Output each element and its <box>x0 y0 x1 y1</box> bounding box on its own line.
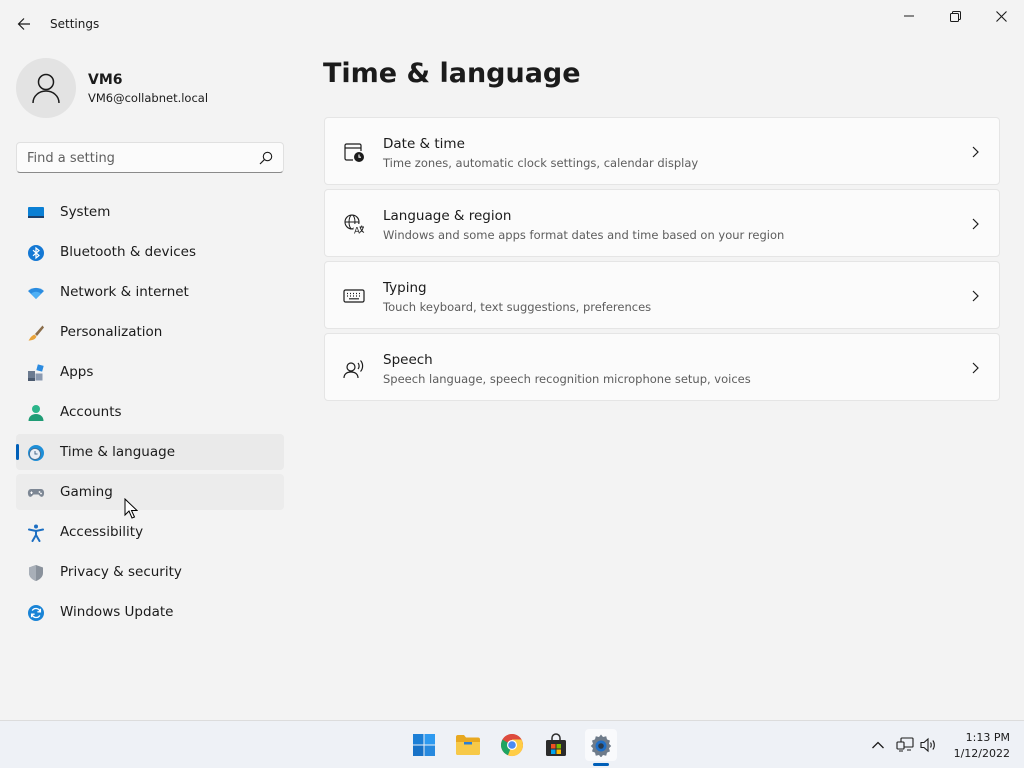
clock-date: 1/12/2022 <box>953 747 1010 760</box>
close-button[interactable] <box>978 4 1024 28</box>
search-input[interactable] <box>27 149 247 167</box>
file-explorer-button[interactable] <box>452 729 484 761</box>
card-speech[interactable]: Speech Speech language, speech recogniti… <box>324 333 1000 401</box>
restore-icon <box>949 10 961 22</box>
speech-icon <box>343 360 364 379</box>
sidebar-item-label: Accessibility <box>60 524 144 540</box>
settings-gear-icon <box>590 734 612 757</box>
keyboard-icon <box>343 289 365 303</box>
network-tray-button[interactable] <box>896 736 914 754</box>
sidebar-item-label: Time & language <box>60 444 176 460</box>
network-icon <box>896 737 914 752</box>
chrome-icon <box>500 734 524 757</box>
minimize-icon <box>904 15 914 17</box>
sidebar-item-label: Accounts <box>60 404 122 420</box>
sidebar-item-label: System <box>60 204 111 220</box>
volume-icon <box>920 737 935 753</box>
card-title: Speech <box>383 352 433 368</box>
taskbar-clock[interactable]: 1:13 PM 1/12/2022 <box>944 730 1010 762</box>
sidebar-item-label: Windows Update <box>60 604 174 620</box>
card-subtitle: Touch keyboard, text suggestions, prefer… <box>383 300 652 314</box>
sidebar-item-time-language[interactable]: Time & language <box>16 434 284 470</box>
globe-clock-icon <box>28 445 44 461</box>
active-app-indicator <box>593 763 609 766</box>
volume-tray-button[interactable] <box>920 736 938 754</box>
chevron-right-icon <box>972 362 979 374</box>
bluetooth-icon <box>28 245 44 261</box>
close-icon <box>995 10 1007 22</box>
calendar-clock-icon <box>344 143 364 162</box>
sidebar-item-label: Gaming <box>60 484 113 500</box>
card-title: Date & time <box>383 136 465 152</box>
minimize-button[interactable] <box>886 4 932 28</box>
sidebar-item-bluetooth[interactable]: Bluetooth & devices <box>16 234 284 270</box>
chrome-button[interactable] <box>496 729 528 761</box>
chevron-right-icon <box>972 146 979 158</box>
store-button[interactable] <box>540 729 572 761</box>
card-subtitle: Windows and some apps format dates and t… <box>383 228 785 242</box>
taskbar: 1:13 PM 1/12/2022 <box>0 720 1024 768</box>
settings-taskbar-button[interactable] <box>585 729 617 761</box>
sidebar-item-network[interactable]: Network & internet <box>16 274 284 310</box>
sidebar-item-label: Apps <box>60 364 94 380</box>
windows-start-icon <box>413 734 435 756</box>
sidebar-item-label: Privacy & security <box>60 564 182 580</box>
user-name: VM6 <box>88 72 123 88</box>
tray-overflow-button[interactable] <box>869 736 887 754</box>
card-language-region[interactable]: A Language & region Windows and some app… <box>324 189 1000 257</box>
card-title: Typing <box>383 280 427 296</box>
sidebar-item-system[interactable]: System <box>16 194 284 230</box>
search-icon[interactable] <box>259 151 273 165</box>
apps-icon <box>28 364 44 381</box>
mouse-cursor-icon <box>124 498 138 519</box>
svg-text:A: A <box>354 227 360 236</box>
language-icon: A <box>344 214 365 236</box>
sidebar-item-gaming[interactable]: Gaming <box>16 474 284 510</box>
accessibility-icon <box>28 524 44 542</box>
page-title: Time & language <box>323 58 581 89</box>
sidebar-item-accounts[interactable]: Accounts <box>16 394 284 430</box>
person-icon <box>28 405 44 421</box>
store-icon <box>546 733 566 756</box>
update-icon <box>28 605 44 621</box>
card-typing[interactable]: Typing Touch keyboard, text suggestions,… <box>324 261 1000 329</box>
app-title: Settings <box>50 17 100 31</box>
search-box[interactable] <box>16 142 284 173</box>
sidebar-item-accessibility[interactable]: Accessibility <box>16 514 284 550</box>
clock-time: 1:13 PM <box>965 731 1010 744</box>
sidebar-item-label: Personalization <box>60 324 163 340</box>
file-explorer-icon <box>456 735 480 755</box>
wifi-icon <box>28 287 44 299</box>
sidebar-item-privacy[interactable]: Privacy & security <box>16 554 284 590</box>
card-date-time[interactable]: Date & time Time zones, automatic clock … <box>324 117 1000 185</box>
user-email: VM6@collabnet.local <box>88 91 209 105</box>
chevron-up-icon <box>872 741 884 749</box>
back-button[interactable] <box>12 12 36 36</box>
chevron-right-icon <box>972 290 979 302</box>
back-arrow-icon <box>17 18 30 30</box>
shield-icon <box>29 565 43 581</box>
person-avatar-icon <box>32 73 60 104</box>
sidebar-item-windows-update[interactable]: Windows Update <box>16 594 284 630</box>
sidebar-item-apps[interactable]: Apps <box>16 354 284 390</box>
avatar[interactable] <box>16 58 76 118</box>
title-bar: Settings <box>0 0 1024 48</box>
system-icon <box>28 207 44 218</box>
restore-button[interactable] <box>932 4 978 28</box>
sidebar-item-label: Bluetooth & devices <box>60 244 197 260</box>
start-button[interactable] <box>408 729 440 761</box>
card-subtitle: Speech language, speech recognition micr… <box>383 372 751 386</box>
card-title: Language & region <box>383 208 512 224</box>
gamepad-icon <box>27 489 45 497</box>
brush-icon <box>28 325 44 341</box>
sidebar-item-personalization[interactable]: Personalization <box>16 314 284 350</box>
sidebar-nav: System Bluetooth & devices Network & int… <box>16 194 284 634</box>
sidebar-item-label: Network & internet <box>60 284 189 300</box>
card-subtitle: Time zones, automatic clock settings, ca… <box>383 156 699 170</box>
chevron-right-icon <box>972 218 979 230</box>
selection-indicator <box>16 444 19 460</box>
